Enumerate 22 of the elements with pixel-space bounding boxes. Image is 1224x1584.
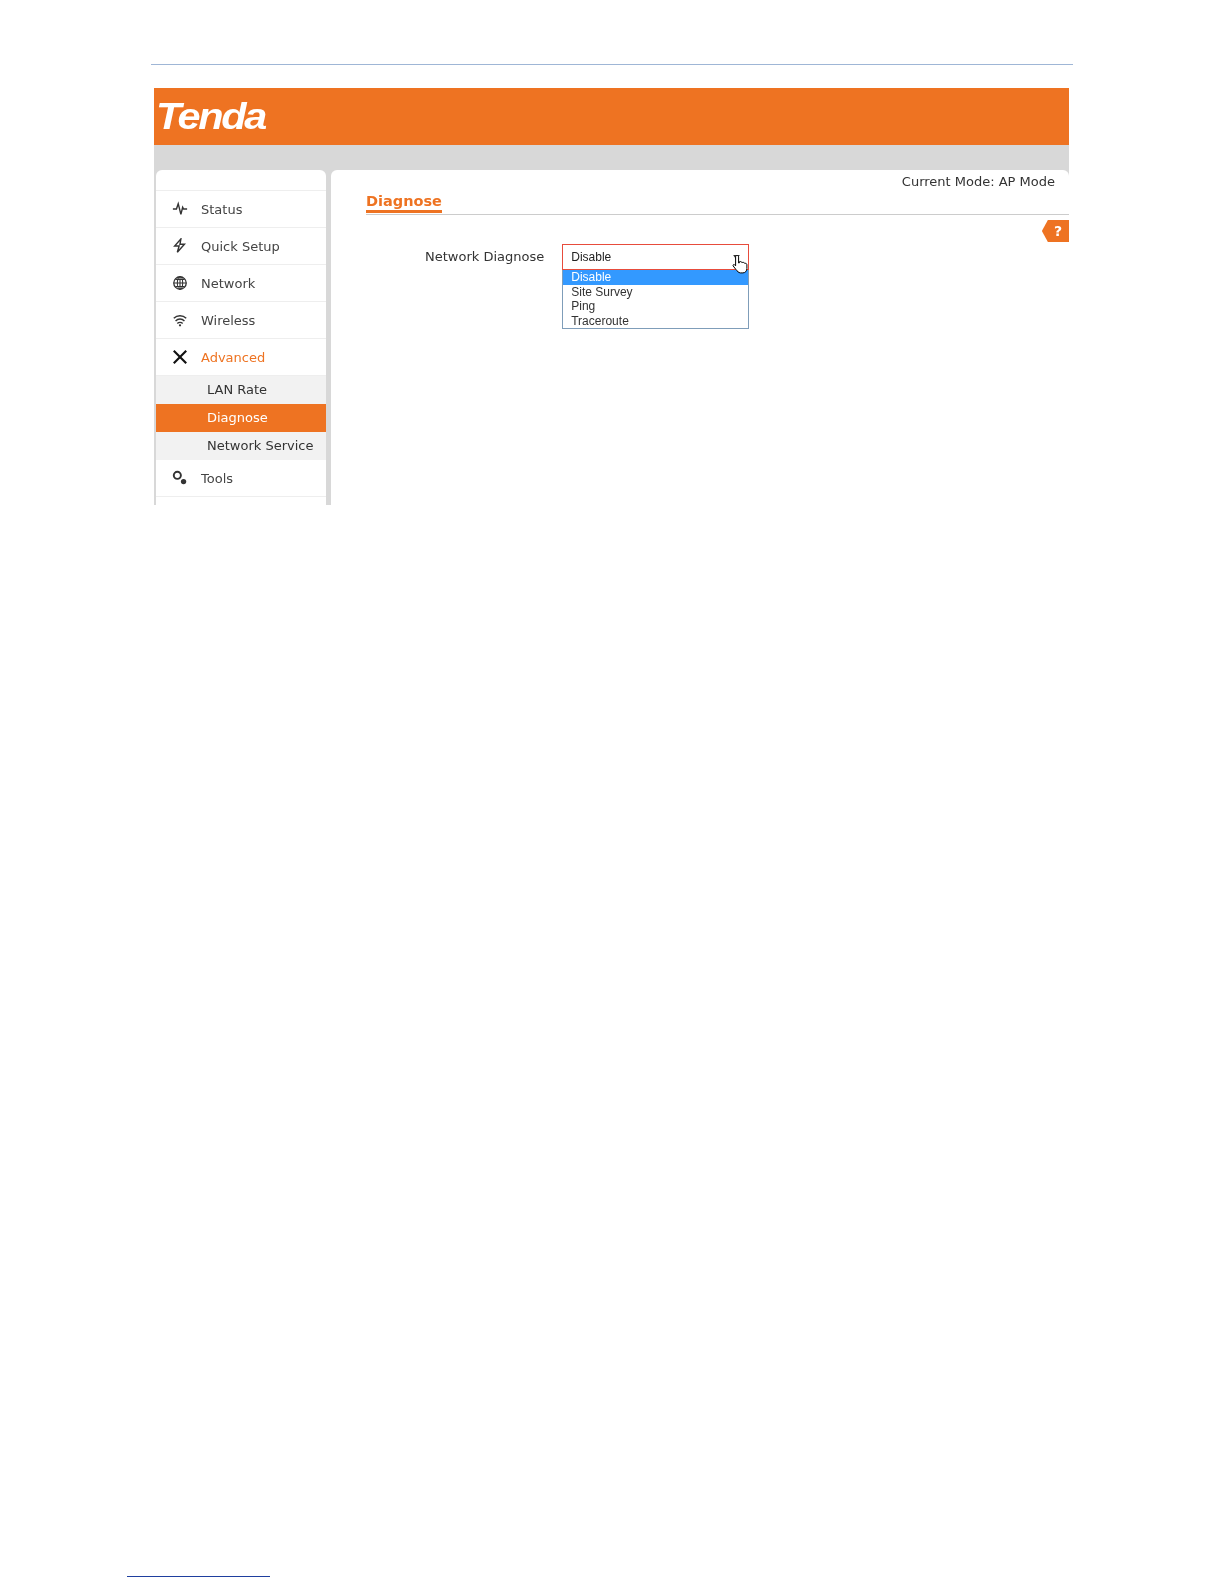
logo: Tenda: [156, 95, 265, 138]
page-title: Diagnose: [366, 193, 442, 213]
sidebar-item[interactable]: Tools: [156, 460, 326, 497]
sidebar-item[interactable]: Quick Setup: [156, 228, 326, 265]
pulse-icon: [172, 201, 188, 217]
mode-label: Current Mode: AP Mode: [901, 174, 1055, 189]
sidebar-subitem[interactable]: Network Service: [156, 432, 326, 460]
tools-icon: [172, 349, 188, 365]
dropdown-option[interactable]: Site Survey: [563, 284, 749, 299]
dropdown-option[interactable]: Traceroute: [563, 313, 749, 328]
sidebar-subitem[interactable]: LAN Rate: [156, 376, 326, 404]
select-field[interactable]: Disable: [562, 244, 750, 270]
wifi-icon: [172, 312, 188, 328]
hand-cursor-icon: [732, 254, 749, 274]
lightning-icon: [172, 238, 188, 254]
gears-icon: [172, 470, 188, 486]
sidebar-item[interactable]: Status: [156, 191, 326, 228]
dropdown-option[interactable]: Ping: [563, 299, 749, 314]
sidebar-item[interactable]: Network: [156, 265, 326, 302]
field-label: Network Diagnose: [425, 248, 545, 266]
sidebar-item[interactable]: Wireless: [156, 302, 326, 339]
globe-icon: [172, 275, 188, 291]
